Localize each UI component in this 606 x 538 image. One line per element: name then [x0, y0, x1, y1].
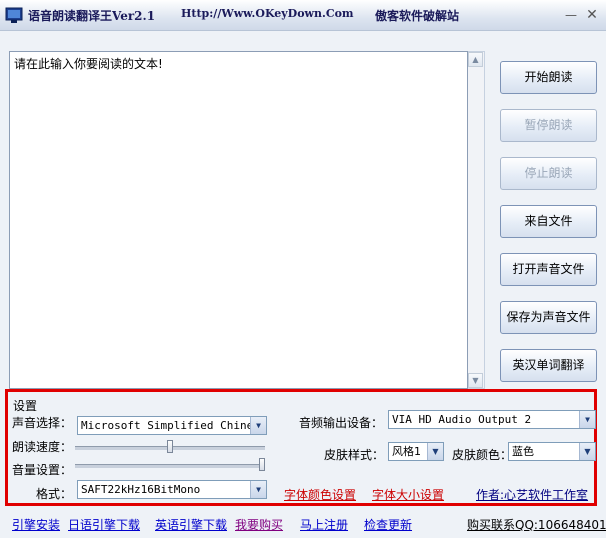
scroll-down-icon[interactable]: ▼	[468, 373, 483, 388]
japanese-engine-download-link[interactable]: 日语引擎下载	[68, 516, 140, 533]
chevron-down-icon[interactable]: ▼	[250, 481, 266, 498]
skin-style-select-value: 风格1	[392, 445, 421, 458]
voice-select-value: Microsoft Simplified Chinese	[81, 419, 267, 432]
settings-title: 设置	[13, 399, 38, 413]
audio-output-select-value: VIA HD Audio Output 2	[392, 413, 532, 426]
from-file-button[interactable]: 来自文件	[500, 205, 597, 238]
minimize-button[interactable]: —	[563, 8, 579, 22]
volume-slider-thumb[interactable]	[259, 458, 265, 471]
app-crack-label: 傲客软件破解站	[375, 9, 460, 23]
skin-style-select[interactable]: 风格1 ▼	[388, 442, 444, 461]
pause-reading-button[interactable]: 暂停朗读	[500, 109, 597, 142]
skin-color-select[interactable]: 蓝色 ▼	[508, 442, 596, 461]
vertical-scrollbar[interactable]: ▲ ▼	[468, 51, 485, 389]
chevron-down-icon[interactable]: ▼	[579, 443, 595, 460]
font-size-settings-link[interactable]: 字体大小设置	[372, 486, 444, 503]
speed-slider-thumb[interactable]	[167, 440, 173, 453]
author-link[interactable]: 作者:心艺软件工作室	[476, 486, 588, 503]
english-engine-download-link[interactable]: 英语引擎下载	[155, 516, 227, 533]
chevron-down-icon[interactable]: ▼	[250, 417, 266, 434]
start-reading-button[interactable]: 开始朗读	[500, 61, 597, 94]
volume-label: 音量设置：	[12, 463, 73, 477]
speed-label: 朗读速度：	[12, 440, 73, 454]
audio-output-label: 音频输出设备：	[299, 416, 384, 430]
engine-install-link[interactable]: 引擎安装	[12, 516, 60, 533]
chevron-down-icon[interactable]: ▼	[579, 411, 595, 428]
voice-select[interactable]: Microsoft Simplified Chinese ▼	[77, 416, 267, 435]
close-button[interactable]: ✕	[584, 8, 600, 22]
chevron-down-icon[interactable]: ▼	[427, 443, 443, 460]
skin-color-select-value: 蓝色	[512, 445, 534, 458]
volume-slider-track[interactable]	[75, 464, 265, 468]
audio-output-select[interactable]: VIA HD Audio Output 2 ▼	[388, 410, 596, 429]
app-icon	[5, 7, 23, 23]
translate-word-button[interactable]: 英汉单词翻译	[500, 349, 597, 382]
register-link[interactable]: 马上注册	[300, 516, 348, 533]
format-label: 格式：	[36, 487, 73, 501]
buy-link[interactable]: 我要购买	[235, 516, 283, 533]
save-audio-file-button[interactable]: 保存为声音文件	[500, 301, 597, 334]
format-select-value: SAFT22kHz16BitMono	[81, 483, 201, 496]
format-select[interactable]: SAFT22kHz16BitMono ▼	[77, 480, 267, 499]
app-url: Http://Www.OKeyDown.Com	[181, 7, 354, 20]
stop-reading-button[interactable]: 停止朗读	[500, 157, 597, 190]
voice-label: 声音选择：	[12, 416, 73, 430]
text-input-area[interactable]: 请在此输入你要阅读的文本!	[9, 51, 468, 389]
font-color-settings-link[interactable]: 字体颜色设置	[284, 486, 356, 503]
check-update-link[interactable]: 检查更新	[364, 516, 412, 533]
scroll-up-icon[interactable]: ▲	[468, 52, 483, 67]
skin-color-label: 皮肤颜色：	[452, 448, 513, 462]
contact-qq-link[interactable]: 购买联系QQ:1066484015	[467, 516, 606, 533]
skin-style-label: 皮肤样式：	[324, 448, 385, 462]
open-audio-file-button[interactable]: 打开声音文件	[500, 253, 597, 286]
app-title: 语音朗读翻译王Ver2.1	[28, 9, 156, 23]
text-input-content[interactable]: 请在此输入你要阅读的文本!	[14, 55, 163, 72]
